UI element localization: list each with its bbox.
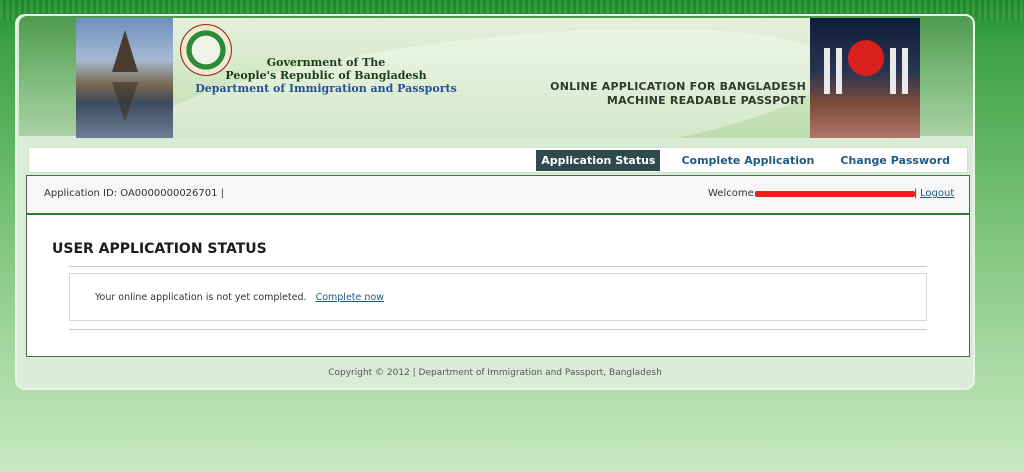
portal-title-line-1: ONLINE APPLICATION FOR BANGLADESH bbox=[550, 80, 806, 93]
footer-copyright: Copyright © 2012 | Department of Immigra… bbox=[328, 368, 662, 378]
status-message: Your online application is not yet compl… bbox=[95, 292, 384, 303]
main-navigation: Application Status Complete Application … bbox=[28, 147, 968, 173]
gov-line-3: Department of Immigration and Passports bbox=[195, 82, 457, 95]
nav-change-password[interactable]: Change Password bbox=[835, 150, 955, 171]
gov-line-2: People's Republic of Bangladesh bbox=[225, 69, 427, 82]
nav-complete-application[interactable]: Complete Application bbox=[676, 150, 819, 171]
status-message-text: Your online application is not yet compl… bbox=[95, 292, 307, 303]
memorial-column bbox=[824, 48, 830, 94]
memorial-column bbox=[902, 48, 908, 94]
user-info-bar: Application ID: OA0000000026701 | Welcom… bbox=[27, 176, 969, 215]
page-container: Government of The People's Republic of B… bbox=[15, 14, 975, 390]
portal-title: ONLINE APPLICATION FOR BANGLADESH MACHIN… bbox=[506, 80, 806, 108]
page-title: USER APPLICATION STATUS bbox=[52, 241, 267, 257]
nav-application-status[interactable]: Application Status bbox=[536, 149, 661, 171]
memorial-column bbox=[836, 48, 842, 94]
logout-link[interactable]: Logout bbox=[920, 188, 954, 199]
welcome-label: Welcome bbox=[708, 188, 754, 199]
logout-separator: | bbox=[914, 188, 918, 199]
title-divider bbox=[69, 266, 927, 267]
complete-now-link[interactable]: Complete now bbox=[316, 292, 384, 303]
monument-photo bbox=[76, 18, 173, 138]
content-panel: Application ID: OA0000000026701 | Welcom… bbox=[26, 175, 970, 357]
memorial-column bbox=[890, 48, 896, 94]
header-banner: Government of The People's Republic of B… bbox=[76, 18, 920, 138]
monument-reflection bbox=[112, 82, 138, 122]
status-message-box: Your online application is not yet compl… bbox=[69, 273, 927, 321]
application-id: Application ID: OA0000000026701 | bbox=[44, 188, 225, 199]
red-sun bbox=[848, 40, 884, 76]
monument-spire bbox=[112, 30, 138, 72]
memorial-photo bbox=[810, 18, 920, 138]
gov-line-1: Government of The bbox=[266, 56, 386, 69]
government-title: Government of The People's Republic of B… bbox=[176, 56, 476, 95]
portal-title-line-2: MACHINE READABLE PASSPORT bbox=[606, 94, 806, 107]
redacted-username bbox=[755, 191, 915, 197]
bottom-divider bbox=[69, 329, 927, 330]
